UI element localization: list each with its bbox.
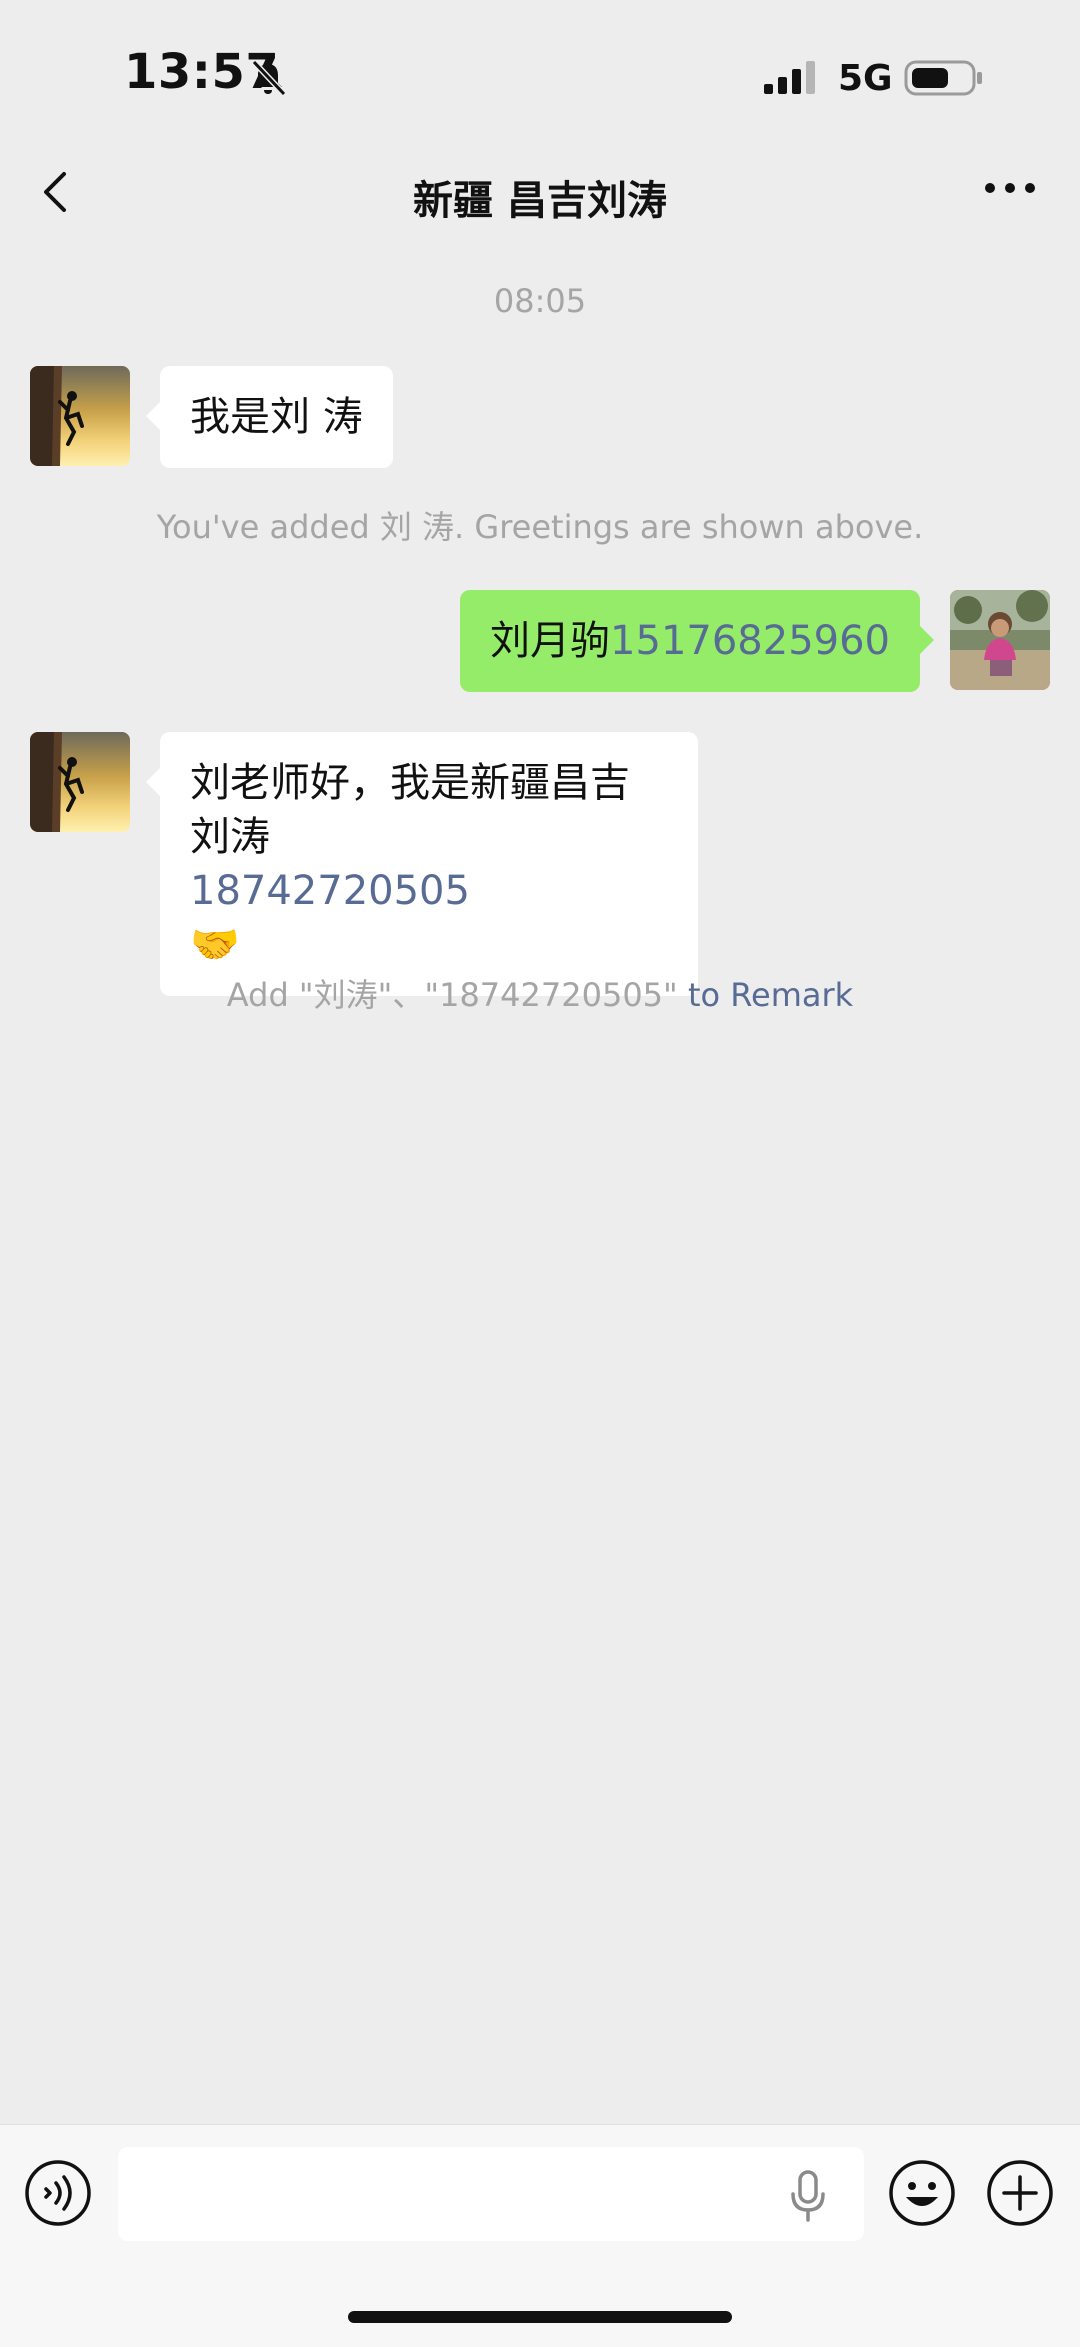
message-input[interactable]	[118, 2147, 864, 2241]
chat-title: 新疆 昌吉刘涛	[413, 178, 667, 224]
signal-icon	[764, 61, 815, 94]
incoming-message-bubble[interactable]: 刘老师好，我是新疆昌吉刘涛 18742720505 🤝	[146, 732, 698, 996]
climber-avatar-image	[30, 366, 130, 466]
message-text: 刘月驹	[490, 618, 611, 664]
to-remark-link[interactable]: to Remark	[688, 976, 853, 1014]
battery-icon	[904, 60, 982, 96]
emoji-smile-icon[interactable]	[888, 2159, 956, 2227]
nav-bar: 新疆 昌吉刘涛	[0, 150, 1080, 240]
message-text: 我是刘 涛	[190, 394, 363, 440]
bell-muted-icon	[251, 59, 287, 97]
microphone-icon[interactable]	[786, 2169, 830, 2223]
input-bar	[0, 2124, 1080, 2347]
chat-timestamp: 08:05	[493, 282, 587, 320]
network-label: 5G	[838, 58, 893, 99]
handshake-emoji: 🤝	[190, 922, 240, 968]
contact-avatar[interactable]	[30, 732, 130, 832]
my-avatar[interactable]	[950, 590, 1050, 690]
more-dots-icon[interactable]	[980, 168, 1040, 208]
contact-avatar[interactable]	[30, 366, 130, 466]
home-indicator[interactable]	[348, 2311, 732, 2323]
chat-area[interactable]: 08:05 我是刘 涛 You've added 刘 涛. Greetings …	[0, 240, 1080, 2120]
remark-suggestion: Add "刘涛"、"18742720505" to Remark	[0, 970, 1080, 1016]
message-text: 刘老师好，我是新疆昌吉刘涛	[190, 760, 630, 860]
phone-number-link[interactable]: 18742720505	[190, 864, 668, 918]
remark-suggestion-text: Add "刘涛"、"18742720505"	[226, 976, 678, 1014]
plus-circle-icon[interactable]	[986, 2159, 1054, 2227]
voice-icon[interactable]	[24, 2159, 92, 2227]
climber-avatar-image	[30, 732, 130, 832]
child-avatar-image	[950, 590, 1050, 690]
incoming-message-bubble[interactable]: 我是刘 涛	[146, 366, 393, 468]
system-notice-added: You've added 刘 涛. Greetings are shown ab…	[156, 508, 924, 546]
outgoing-message-bubble[interactable]: 刘月驹15176825960	[460, 590, 934, 692]
phone-number-link[interactable]: 15176825960	[610, 618, 890, 664]
status-bar: 13:57 5G	[0, 0, 1080, 150]
